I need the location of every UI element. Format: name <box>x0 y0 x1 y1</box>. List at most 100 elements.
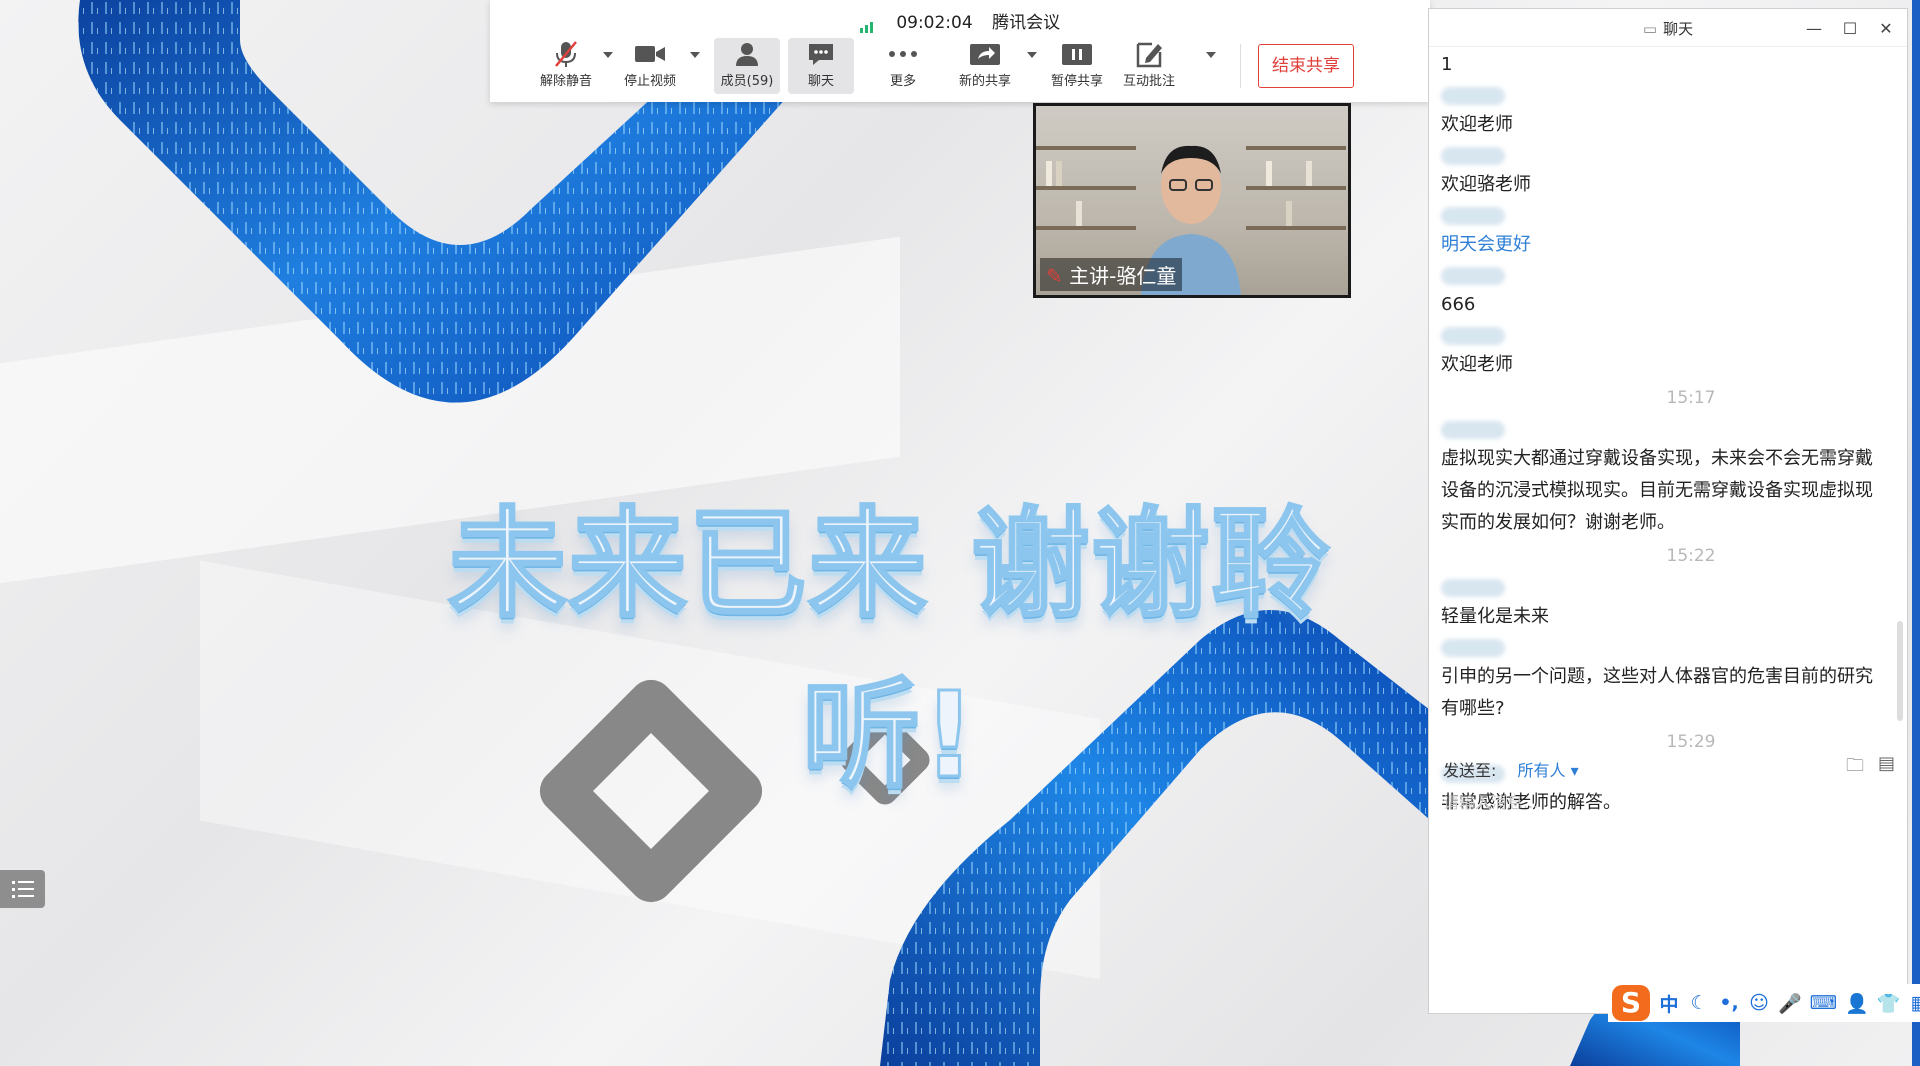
end-share-button[interactable]: 结束共享 <box>1258 44 1354 88</box>
book <box>1266 161 1272 186</box>
chat-scrollbar[interactable] <box>1897 621 1903 721</box>
unmute-label: 解除静音 <box>539 74 592 89</box>
annotate-label: 互动批注 <box>1122 74 1175 89</box>
chat-titlebar: ▭ 聊天 — ☐ ✕ <box>1429 9 1907 47</box>
slide-title: 未来已来 谢谢聆听! <box>447 494 1332 806</box>
send-to-label: 发送至: <box>1443 761 1497 780</box>
sogou-logo[interactable]: S <box>1612 985 1650 1021</box>
skin-icon[interactable]: 👕 <box>1877 992 1901 1015</box>
bookshelf <box>1036 226 1136 230</box>
chat-bubble-icon <box>809 44 833 65</box>
book <box>1056 161 1062 186</box>
chat-message: 轻量化是未来 <box>1441 606 1549 627</box>
video-frame: ✎ 主讲-骆仁童 <box>1036 106 1348 295</box>
chat-message: 引申的另一个问题，这些对人体器官的危害目前的研究有哪些? <box>1441 666 1873 719</box>
punctuation-icon[interactable]: •, <box>1718 992 1740 1014</box>
close-icon[interactable]: ✕ <box>1871 13 1901 43</box>
share-arrow-icon <box>970 44 1000 65</box>
person-icon <box>736 43 758 66</box>
chat-message-list[interactable]: 1 欢迎老师 欢迎骆老师 明天会更好 666 欢迎老师 15:17 虚拟现实大都通过穿戴设备实… <box>1441 49 1881 819</box>
save-icon[interactable]: ▤ <box>1878 753 1895 783</box>
more-dots-icon <box>889 51 917 57</box>
chat-message: 欢迎老师 <box>1441 114 1513 135</box>
chat-sender-avatar <box>1441 207 1505 225</box>
grid-icon[interactable]: ▦ <box>1908 992 1920 1014</box>
speaker-video[interactable]: ✎ 主讲-骆仁童 <box>1033 103 1351 298</box>
audio-options-caret[interactable] <box>603 52 613 58</box>
signal-icon <box>859 13 875 33</box>
chat-sender-avatar <box>1441 87 1505 105</box>
list-toggle-button[interactable] <box>0 870 45 908</box>
annotate-options-caret[interactable] <box>1206 52 1216 58</box>
chat-timestamp: 15:29 <box>1666 732 1716 752</box>
unmute-button[interactable]: 解除静音 <box>534 38 598 94</box>
speaker-name: 主讲-骆仁童 <box>1069 264 1177 288</box>
new-share-label: 新的共享 <box>958 74 1011 89</box>
chat-sender-avatar <box>1441 327 1505 345</box>
bookshelf <box>1246 146 1346 150</box>
microphone-icon[interactable]: 🎤 <box>1778 992 1802 1015</box>
meeting-toolbar: 09:02:04 腾讯会议 解除静音 停止视频 成员(59) 聊天 更多 新的共… <box>490 0 1430 102</box>
bookshelf <box>1036 186 1136 190</box>
emoji-icon[interactable]: ☺ <box>1748 992 1770 1014</box>
chat-sender-avatar <box>1441 267 1505 285</box>
meeting-time: 09:02:04 <box>896 13 973 33</box>
chat-message: 欢迎老师 <box>1441 354 1513 375</box>
chat-message: 虚拟现实大都通过穿戴设备实现，未来会不会无需穿戴设备的沉浸式模拟现实。目前无需穿… <box>1441 448 1873 533</box>
annotate-pen-icon <box>1136 42 1162 68</box>
speaker-name-label: ✎ 主讲-骆仁童 <box>1040 258 1183 291</box>
chat-sender-avatar <box>1441 421 1505 439</box>
more-button[interactable]: 更多 <box>870 38 936 94</box>
chat-sender-avatar <box>1441 579 1505 597</box>
annotate-button[interactable]: 互动批注 <box>1116 38 1182 94</box>
members-label: 成员(59) <box>720 74 774 89</box>
ime-toolbar: S 中 ☾ •, ☺ 🎤 ⌨ 👤 👕 ▦ <box>1608 984 1920 1022</box>
pause-icon <box>1062 44 1092 65</box>
bookshelf <box>1246 186 1346 190</box>
chat-panel: ▭ 聊天 — ☐ ✕ 1 欢迎老师 欢迎骆老师 明天会更好 666 欢迎老师 15:17 虚拟现… <box>1428 8 1908 1014</box>
chat-button[interactable]: 聊天 <box>788 38 854 94</box>
toolbar-divider <box>1240 44 1241 88</box>
book <box>1076 201 1082 226</box>
chat-timestamp: 15:17 <box>1666 388 1716 408</box>
camera-icon <box>635 46 665 62</box>
new-share-button[interactable]: 新的共享 <box>952 38 1018 94</box>
stop-video-button[interactable]: 停止视频 <box>618 38 682 94</box>
chat-sender-avatar <box>1441 639 1505 657</box>
ime-mode[interactable]: 中 <box>1658 990 1680 1017</box>
chat-message: 欢迎骆老师 <box>1441 174 1531 195</box>
send-to-select[interactable]: 所有人 ▾ <box>1518 761 1579 780</box>
keyboard-icon[interactable]: ⌨ <box>1810 992 1837 1014</box>
book <box>1306 161 1312 186</box>
share-options-caret[interactable] <box>1027 52 1037 58</box>
toolbar-status: 09:02:04 腾讯会议 <box>490 8 1430 33</box>
video-options-caret[interactable] <box>690 52 700 58</box>
pause-share-label: 暂停共享 <box>1050 74 1103 89</box>
send-to-row: 发送至: 所有人 ▾ <box>1443 757 1579 781</box>
chat-message: 明天会更好 <box>1441 234 1531 255</box>
chat-message: 666 <box>1441 294 1476 315</box>
app-name: 腾讯会议 <box>992 13 1061 33</box>
chat-input[interactable]: 请输入消息... <box>1443 789 1538 813</box>
chat-small-icon: ▭ <box>1642 20 1658 38</box>
send-to-value: 所有人 <box>1517 761 1566 780</box>
list-icon <box>11 881 34 898</box>
bookshelf <box>1036 146 1136 150</box>
book <box>1046 161 1052 186</box>
chat-timestamp: 15:22 <box>1666 546 1716 566</box>
chat-tools: 🗀 ▤ <box>1846 753 1895 783</box>
pause-share-button[interactable]: 暂停共享 <box>1044 38 1110 94</box>
chat-title-text: 聊天 <box>1663 20 1694 38</box>
muted-mic-icon <box>555 41 577 67</box>
chat-message: 1 <box>1441 54 1453 75</box>
mic-icon: ✎ <box>1046 264 1063 288</box>
user-icon[interactable]: 👤 <box>1845 992 1869 1015</box>
book <box>1286 201 1292 226</box>
moon-icon[interactable]: ☾ <box>1688 992 1710 1014</box>
minimize-icon[interactable]: — <box>1799 13 1829 43</box>
members-button[interactable]: 成员(59) <box>714 38 780 94</box>
maximize-icon[interactable]: ☐ <box>1835 13 1865 43</box>
stop-video-label: 停止视频 <box>623 74 676 89</box>
folder-icon[interactable]: 🗀 <box>1846 753 1864 783</box>
bookshelf <box>1246 226 1346 230</box>
